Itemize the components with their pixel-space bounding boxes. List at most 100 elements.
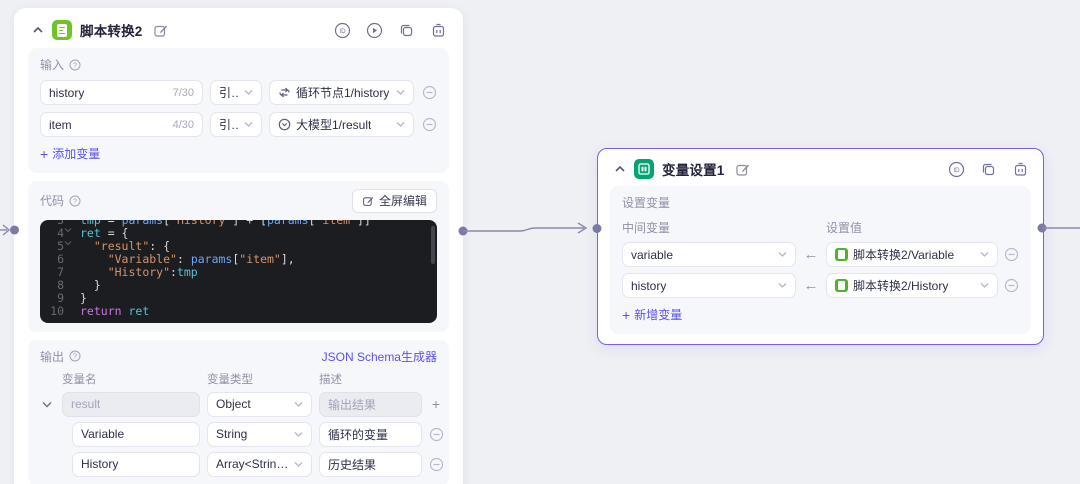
output-name-input: result bbox=[62, 391, 200, 417]
add-variable-link[interactable]: + 添加变量 bbox=[40, 145, 100, 162]
left-arrow-icon: ← bbox=[803, 277, 819, 294]
reference-mode-select[interactable]: 引用 bbox=[210, 80, 262, 105]
mode-value: 引用 bbox=[219, 118, 239, 132]
add-variable-link[interactable]: + 新增变量 bbox=[622, 306, 682, 323]
chevron-down-icon bbox=[980, 282, 989, 289]
input-row: history 7/30 引用 循环节点1/history bbox=[40, 80, 437, 105]
help-icon[interactable]: ? bbox=[69, 195, 81, 207]
code-text: return ret bbox=[80, 303, 150, 318]
remove-row-button[interactable] bbox=[421, 85, 437, 101]
intermediate-variable-select[interactable]: variable bbox=[622, 242, 796, 267]
output-column-headers: 变量名 变量类型 描述 bbox=[62, 373, 342, 386]
remove-row-button[interactable] bbox=[1003, 278, 1019, 294]
workflow-canvas[interactable]: 脚本转换2 ID 输入 ? history 7/30 引 循环节点1/histo… bbox=[0, 0, 1080, 484]
help-icon[interactable]: ? bbox=[69, 59, 81, 71]
fold-gutter bbox=[64, 292, 76, 305]
delete-node-icon[interactable] bbox=[1012, 161, 1029, 178]
set-value-select[interactable]: 脚本转换2/History bbox=[826, 273, 998, 298]
chevron-down-icon bbox=[294, 401, 303, 408]
svg-text:ID: ID bbox=[339, 28, 346, 35]
collapse-chevron-icon[interactable] bbox=[32, 25, 44, 35]
node-variable-settings[interactable]: 变量设置1 ID 设置变量 中间变量 设置值 variable ← 脚本转换2/Va… bbox=[597, 148, 1044, 345]
variable-name-value: history bbox=[49, 85, 85, 100]
output-type-select[interactable]: Object bbox=[207, 391, 312, 417]
code-section-label: 代码 bbox=[40, 194, 65, 208]
line-number: 8 bbox=[57, 277, 64, 292]
remove-field-button[interactable] bbox=[428, 456, 444, 472]
reference-value: 大模型1/result bbox=[296, 118, 372, 132]
fold-chevron-icon[interactable] bbox=[64, 240, 76, 253]
variable-node-icon bbox=[634, 159, 654, 179]
node-script-transform[interactable]: 脚本转换2 ID 输入 ? history 7/30 引 循环节点1/histo… bbox=[14, 8, 463, 484]
output-desc-input[interactable]: 历史结果 bbox=[319, 451, 422, 477]
node-id-icon[interactable]: ID bbox=[334, 22, 351, 39]
reference-mode-select[interactable]: 引用 bbox=[210, 112, 262, 137]
line-number: 10 bbox=[50, 303, 64, 318]
mode-value: 引用 bbox=[219, 86, 239, 100]
fold-gutter bbox=[64, 220, 76, 227]
remove-row-button[interactable] bbox=[421, 117, 437, 133]
fold-gutter bbox=[64, 266, 76, 279]
line-number: 4 bbox=[57, 225, 64, 240]
fold-chevron-icon[interactable] bbox=[64, 227, 76, 240]
variable-row: history ← 脚本转换2/History bbox=[622, 273, 1019, 298]
collapse-chevron-icon[interactable] bbox=[614, 164, 626, 174]
variable-value: variable bbox=[631, 247, 674, 262]
intermediate-variable-select[interactable]: history bbox=[622, 273, 796, 298]
variable-value: history bbox=[631, 278, 667, 293]
code-section: 代码 ? 全屏编辑 3 tmp = params["History"] + [pa… bbox=[28, 180, 449, 332]
collapse-row-icon[interactable] bbox=[40, 401, 54, 408]
input-row: item 4/30 引用 大模型1/result bbox=[40, 112, 437, 137]
delete-node-icon[interactable] bbox=[430, 22, 447, 39]
edge-script-to-variable bbox=[458, 222, 602, 236]
help-icon[interactable]: ? bbox=[69, 350, 81, 362]
set-value-select[interactable]: 脚本转换2/Variable bbox=[826, 242, 998, 267]
set-variables-label: 设置变量 bbox=[622, 196, 671, 210]
svg-text:ID: ID bbox=[953, 167, 960, 174]
json-schema-generator-link[interactable]: JSON Schema生成器 bbox=[322, 348, 437, 365]
copy-node-icon[interactable] bbox=[980, 161, 997, 178]
fullscreen-edit-button[interactable]: 全屏编辑 bbox=[351, 188, 437, 213]
output-type-select[interactable]: Array<String> bbox=[207, 451, 312, 477]
variable-name-input[interactable]: item 4/30 bbox=[40, 112, 203, 137]
fold-gutter bbox=[64, 305, 76, 318]
line-number: 6 bbox=[57, 251, 64, 266]
set-variables-section: 设置变量 中间变量 设置值 variable ← 脚本转换2/Variable his… bbox=[610, 186, 1031, 334]
code-editor[interactable]: 3 tmp = params["History"] + [params["item… bbox=[40, 219, 437, 323]
output-name-value: result bbox=[71, 397, 101, 411]
plus-icon: + bbox=[40, 145, 49, 162]
loop-icon bbox=[278, 87, 291, 98]
reference-value-select[interactable]: 大模型1/result bbox=[269, 112, 414, 137]
copy-node-icon[interactable] bbox=[398, 22, 415, 39]
chevron-down-icon bbox=[778, 251, 787, 258]
set-value: 脚本转换2/Variable bbox=[853, 248, 955, 262]
code-scrollbar[interactable] bbox=[431, 225, 435, 264]
chevron-down-icon bbox=[396, 89, 405, 96]
variable-name-input[interactable]: history 7/30 bbox=[40, 80, 203, 105]
code-line: 10 return ret bbox=[40, 303, 437, 318]
node-id-icon[interactable]: ID bbox=[948, 161, 965, 178]
edit-title-icon[interactable] bbox=[735, 162, 750, 177]
char-counter: 7/30 bbox=[172, 86, 194, 99]
left-arrow-icon: ← bbox=[803, 246, 819, 263]
run-node-icon[interactable] bbox=[366, 22, 383, 39]
output-name-input[interactable]: Variable bbox=[72, 421, 200, 447]
script-node-mini-icon bbox=[835, 279, 848, 292]
fold-gutter bbox=[64, 253, 76, 266]
add-field-button[interactable]: + bbox=[428, 396, 444, 412]
input-section: 输入 ? history 7/30 引用 循环节点1/history item 4/30 引… bbox=[28, 48, 449, 173]
script-node-mini-icon bbox=[835, 248, 848, 261]
node-header: 脚本转换2 ID bbox=[14, 8, 463, 48]
svg-text:?: ? bbox=[73, 352, 77, 361]
output-type-select[interactable]: String bbox=[207, 421, 312, 447]
remove-row-button[interactable] bbox=[1003, 247, 1019, 263]
output-name-value: History bbox=[81, 457, 119, 471]
output-name-input[interactable]: History bbox=[72, 451, 200, 477]
input-section-label: 输入 bbox=[40, 58, 65, 72]
output-section: 输出 ? JSON Schema生成器 变量名 变量类型 描述 result Ob… bbox=[28, 339, 449, 484]
output-desc-input[interactable]: 循环的变量 bbox=[319, 421, 422, 447]
edit-title-icon[interactable] bbox=[153, 23, 168, 38]
remove-field-button[interactable] bbox=[428, 426, 444, 442]
output-desc-value: 输出结果 bbox=[328, 397, 377, 412]
reference-value-select[interactable]: 循环节点1/history bbox=[269, 80, 414, 105]
